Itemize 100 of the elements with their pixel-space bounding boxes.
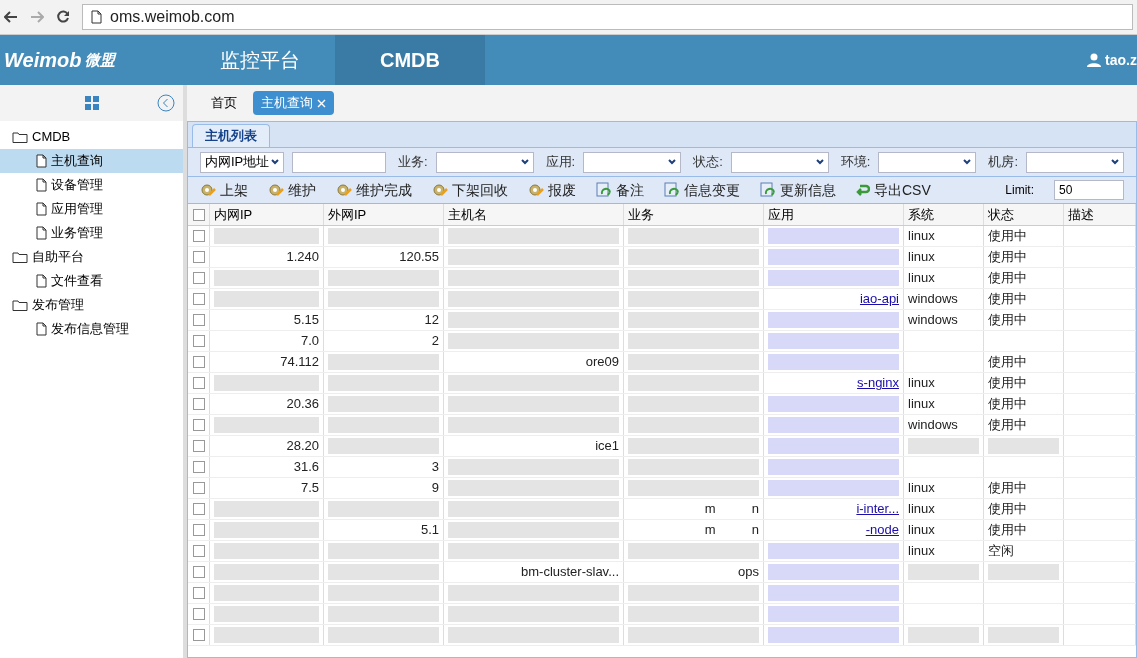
grid-icon[interactable] — [84, 96, 99, 110]
tree-item[interactable]: 主机查询 — [0, 149, 183, 173]
toolbar-button[interactable]: 导出CSV — [856, 179, 931, 201]
row-checkbox[interactable] — [192, 314, 205, 326]
column-header[interactable]: 业务 — [624, 204, 764, 225]
column-header[interactable]: 系统 — [904, 204, 984, 225]
gear-pencil-icon — [432, 182, 448, 198]
document-icon — [36, 274, 47, 288]
ip-input-field[interactable] — [292, 151, 386, 173]
app-link[interactable]: i-inter... — [856, 499, 899, 519]
filter-label: 业务: — [397, 153, 428, 172]
table-cell-text: 31.6 — [293, 458, 319, 477]
refresh-form-icon — [664, 182, 680, 198]
filter-label: 环境: — [840, 153, 871, 172]
toolbar-button[interactable]: 维护完成 — [336, 179, 412, 201]
filter-label: 机房: — [988, 153, 1018, 172]
collapse-icon[interactable] — [157, 94, 175, 112]
dropdown-caret-icon[interactable] — [668, 159, 677, 165]
refresh-form-icon — [596, 182, 612, 198]
blurred-text — [988, 564, 1059, 580]
reload-icon[interactable] — [56, 10, 70, 24]
toolbar-button[interactable]: 报废 — [528, 179, 576, 201]
tree-node[interactable]: 自助平台 — [0, 245, 183, 269]
row-checkbox[interactable] — [192, 251, 205, 263]
filter-label: 应用: — [545, 153, 576, 172]
row-checkbox[interactable] — [192, 377, 205, 389]
dropdown-caret-icon[interactable] — [520, 159, 529, 165]
limit-input-field[interactable]: 50 — [1054, 180, 1124, 200]
tree-item[interactable]: 应用管理 — [0, 197, 183, 221]
app-link[interactable]: -node — [865, 520, 899, 540]
table-cell-text: 1.240 — [286, 248, 319, 267]
table-cell-text: m n — [704, 500, 759, 519]
tree-node[interactable]: 发布管理 — [0, 293, 183, 317]
document-icon — [36, 178, 47, 192]
dropdown-caret-icon[interactable] — [815, 159, 824, 165]
filter-label: 状态: — [693, 153, 723, 172]
toolbar-button[interactable]: 更新信息 — [760, 179, 836, 201]
tree-item[interactable]: 文件查看 — [0, 269, 183, 293]
address-bar[interactable]: oms.weimob.com — [82, 4, 1133, 30]
return-arrow-icon — [856, 183, 870, 197]
table-cell-text: 20.36 — [286, 395, 319, 414]
gear-pencil-icon — [528, 182, 544, 198]
row-checkbox[interactable] — [192, 566, 205, 578]
select-all-checkbox[interactable] — [192, 208, 205, 221]
document-icon — [36, 226, 47, 240]
toolbar-button[interactable]: 上架 — [200, 179, 248, 201]
back-icon[interactable] — [4, 11, 18, 23]
app-link[interactable]: iao-api — [859, 289, 899, 309]
gear-pencil-icon — [336, 182, 352, 198]
column-header[interactable]: 状态 — [984, 204, 1064, 225]
folder-icon — [12, 251, 28, 263]
row-checkbox[interactable] — [192, 503, 205, 515]
row-checkbox[interactable] — [192, 545, 205, 557]
column-header[interactable]: 应用 — [764, 204, 904, 225]
table-cell-text: ore09 — [585, 353, 619, 372]
blurred-text — [988, 627, 1059, 643]
column-header[interactable]: 主机名 — [444, 204, 624, 225]
column-header[interactable]: 外网IP — [324, 204, 444, 225]
dropdown-caret-icon[interactable] — [963, 159, 972, 165]
row-checkbox[interactable] — [192, 335, 205, 347]
column-header[interactable]: 描述 — [1064, 204, 1136, 225]
toolbar-button[interactable]: 信息变更 — [664, 179, 740, 201]
tree-node[interactable]: CMDB — [0, 125, 183, 149]
toolbar-button[interactable]: 维护 — [268, 179, 316, 201]
nav-tab[interactable]: CMDB — [335, 35, 485, 85]
close-icon[interactable] — [317, 98, 326, 108]
toolbar-button[interactable]: 备注 — [596, 179, 644, 201]
row-checkbox[interactable] — [192, 629, 205, 641]
tree-item[interactable]: 设备管理 — [0, 173, 183, 197]
row-checkbox[interactable] — [192, 356, 205, 368]
row-checkbox[interactable] — [192, 461, 205, 473]
tree-item[interactable]: 业务管理 — [0, 221, 183, 245]
row-checkbox[interactable] — [192, 230, 205, 242]
table-cell-text: 使用中 — [988, 269, 1027, 288]
row-checkbox[interactable] — [192, 524, 205, 536]
row-checkbox[interactable] — [192, 398, 205, 410]
forward-icon[interactable] — [30, 11, 44, 23]
row-checkbox[interactable] — [192, 440, 205, 452]
panel-tab[interactable]: 主机列表 — [192, 124, 270, 147]
row-checkbox[interactable] — [192, 608, 205, 620]
nav-tab[interactable]: 监控平台 — [185, 35, 335, 85]
app-link[interactable]: s-nginx — [857, 373, 899, 393]
row-checkbox[interactable] — [192, 419, 205, 431]
row-checkbox[interactable] — [192, 482, 205, 494]
dropdown-caret-icon[interactable] — [1111, 159, 1119, 165]
tree-item[interactable]: 发布信息管理 — [0, 317, 183, 341]
table-cell-text: 使用中 — [988, 227, 1027, 246]
page-tab[interactable]: 首页 — [203, 91, 245, 115]
table-cell-text: 使用中 — [988, 290, 1027, 309]
row-checkbox[interactable] — [192, 587, 205, 599]
table-cell-text: 使用中 — [988, 248, 1027, 267]
row-checkbox[interactable] — [192, 293, 205, 305]
row-checkbox[interactable] — [192, 272, 205, 284]
column-header[interactable]: 内网IP — [210, 204, 324, 225]
toolbar-button[interactable]: 下架回收 — [432, 179, 508, 201]
table-cell-text: linux — [908, 479, 935, 498]
ip-type-select[interactable]: 内网IP地址 — [200, 151, 285, 173]
dropdown-caret-icon[interactable] — [271, 159, 280, 165]
user-name[interactable]: tao.z — [1105, 49, 1137, 71]
table-cell-text: 9 — [431, 479, 439, 498]
